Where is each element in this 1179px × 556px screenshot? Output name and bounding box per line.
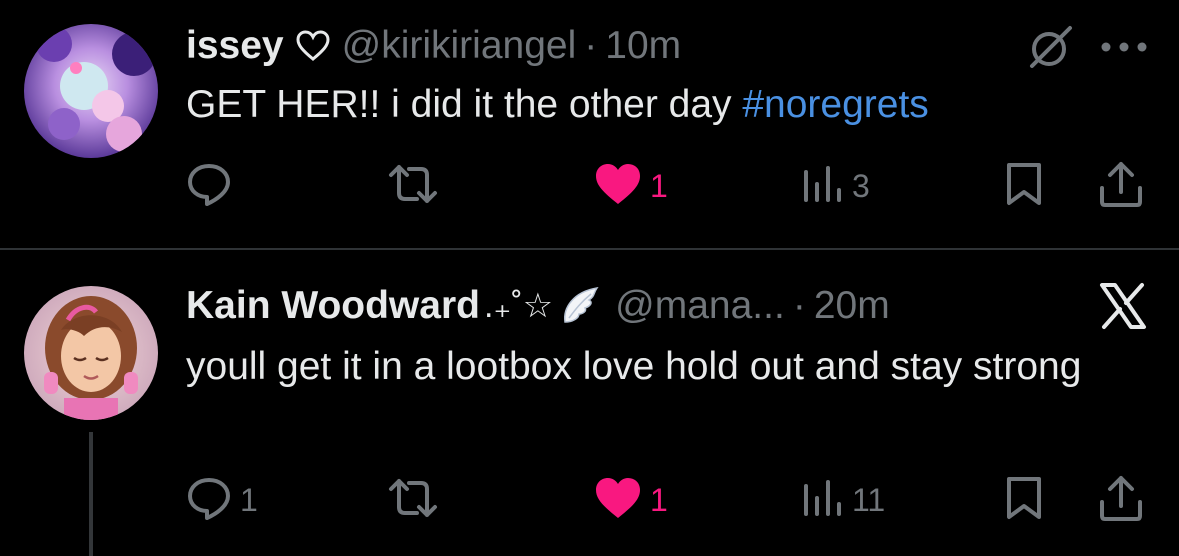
- views-count: 3: [852, 167, 870, 204]
- bookmark-button[interactable]: [1004, 470, 1044, 530]
- timestamp[interactable]: 10m: [605, 24, 681, 68]
- handle[interactable]: @kirikiriangel: [342, 24, 577, 68]
- display-name[interactable]: Kain Woodward: [186, 284, 480, 328]
- share-button[interactable]: [1098, 470, 1144, 530]
- reply-icon: [186, 475, 232, 526]
- action-bar: 1 3: [0, 156, 1179, 216]
- tweet[interactable]: Kain Woodward .₊˚☆ @mana... · 20m youll …: [0, 250, 1179, 556]
- avatar[interactable]: [24, 24, 158, 158]
- retweet-icon: [385, 475, 441, 526]
- tweet-header: Kain Woodward .₊˚☆ @mana... · 20m: [186, 280, 890, 332]
- reply-button[interactable]: [186, 156, 240, 216]
- separator-dot: ·: [792, 284, 806, 327]
- name-decoration: .₊˚☆: [483, 287, 554, 325]
- retweet-button[interactable]: [385, 156, 449, 216]
- share-icon: [1098, 474, 1144, 527]
- angel-wing-icon: [559, 284, 603, 328]
- tweet-text: GET HER!! i did it the other day #noregr…: [186, 76, 929, 134]
- heart-outline-icon: [296, 30, 330, 62]
- timestamp[interactable]: 20m: [814, 284, 890, 328]
- tweet-header: issey @kirikiriangel · 10m: [186, 20, 681, 72]
- like-count: 1: [650, 167, 668, 204]
- tweet-text-main: GET HER!! i did it the other day: [186, 83, 743, 126]
- bookmark-icon: [1004, 475, 1044, 526]
- hashtag-link[interactable]: #noregrets: [742, 83, 928, 126]
- heart-filled-icon: [594, 476, 642, 525]
- share-button[interactable]: [1098, 156, 1144, 216]
- share-icon: [1098, 160, 1144, 213]
- display-name[interactable]: issey: [186, 24, 284, 68]
- like-count: 1: [650, 481, 668, 518]
- views-icon: [802, 478, 844, 523]
- reply-count: 1: [240, 481, 258, 518]
- x-logo-icon[interactable]: [1098, 282, 1148, 335]
- more-options-icon[interactable]: [1100, 40, 1148, 58]
- separator-dot: ·: [584, 24, 598, 67]
- views-button[interactable]: 3: [802, 156, 870, 216]
- tweet-text: youll get it in a lootbox love hold out …: [186, 345, 1082, 388]
- tweet[interactable]: issey @kirikiriangel · 10m GET HER!! i d…: [0, 0, 1179, 249]
- views-icon: [802, 164, 844, 209]
- handle[interactable]: @mana...: [615, 284, 785, 328]
- like-button[interactable]: 1: [594, 156, 668, 216]
- retweet-icon: [385, 161, 441, 212]
- reply-icon: [186, 161, 232, 212]
- bookmark-button[interactable]: [1004, 156, 1044, 216]
- retweet-button[interactable]: [385, 470, 449, 530]
- views-count: 11: [852, 481, 886, 518]
- heart-filled-icon: [594, 162, 642, 211]
- grok-icon[interactable]: [1024, 22, 1076, 79]
- reply-button[interactable]: 1: [186, 470, 258, 530]
- views-button[interactable]: 11: [802, 470, 885, 530]
- bookmark-icon: [1004, 161, 1044, 212]
- action-bar: 1 1 11: [0, 470, 1179, 530]
- avatar[interactable]: [24, 286, 158, 420]
- like-button[interactable]: 1: [594, 470, 668, 530]
